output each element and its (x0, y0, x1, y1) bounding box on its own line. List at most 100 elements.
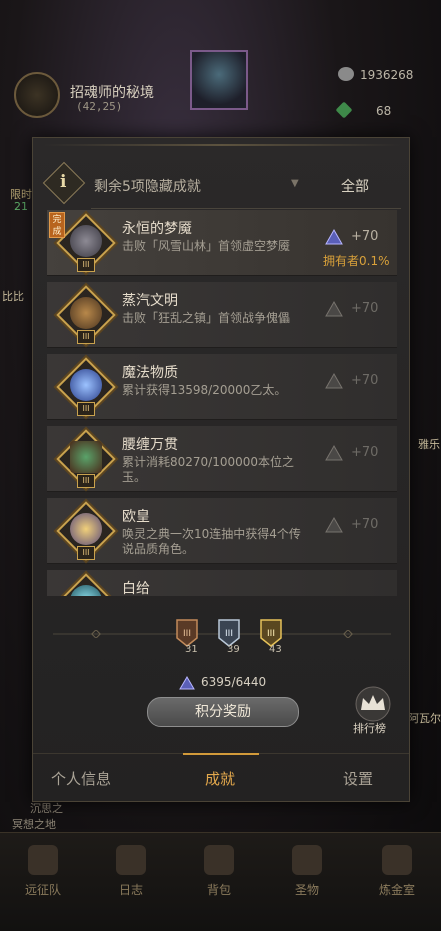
filter-all-button[interactable]: 全部 (341, 176, 369, 196)
nav-relics[interactable]: 圣物 (272, 841, 342, 901)
bottom-navigation: 远征队 日志 背包 圣物 炼金室 (0, 832, 441, 931)
achievement-title: 欧皇 (122, 509, 150, 525)
achievement-item[interactable]: III 欧皇 唤灵之典一次10连抽中获得4个传说品质角色。 +70 (47, 498, 397, 564)
reward: +70 (325, 300, 395, 320)
star-points-icon (325, 373, 343, 389)
tab-achievements[interactable]: 成就 (205, 768, 235, 789)
currency-amount: 1936268 (360, 68, 414, 82)
left-bottom-label: 沉思之 (30, 802, 63, 815)
owner-percent: 拥有者0.1% (323, 254, 390, 268)
achievement-desc: 累计消耗80270/100000本位之玉。 (122, 455, 295, 484)
tab-settings[interactable]: 设置 (343, 768, 373, 789)
alchemy-icon (382, 845, 412, 875)
backpack-icon (204, 845, 234, 875)
tier-tag: III (77, 402, 95, 416)
achievement-desc: 击败「狂乱之镇」首领战争傀儡 (122, 311, 291, 325)
nav-label: 日志 (118, 883, 143, 897)
void-nightmare-icon (70, 225, 102, 257)
reward-value: +70 (351, 373, 379, 388)
map-title: 招魂师的秘境 (70, 85, 154, 101)
filter-divider (91, 208, 401, 209)
filter-row[interactable]: i 剩余5项隐藏成就 ▼ 全部 (42, 161, 401, 209)
tier-tag: III (77, 258, 95, 272)
achievement-title: 永恒的梦魇 (122, 221, 192, 237)
nav-label: 炼金室 (378, 883, 415, 897)
star-points-icon (325, 301, 343, 317)
points-progress: 6395/6440 (201, 675, 267, 689)
achievement-item[interactable]: III 魔法物质 累计获得13598/20000乙太。 +70 (47, 354, 397, 420)
svg-text:III: III (225, 629, 233, 639)
boss-portrait[interactable] (190, 50, 248, 110)
leaderboard-label: 排行榜 (353, 722, 386, 735)
achievement-item[interactable]: III 蒸汽文明 击败「狂乱之镇」首领战争傀儡 +70 (47, 282, 397, 348)
achievement-desc: 累计获得13598/20000乙太。 (122, 383, 287, 397)
nav-alchemy[interactable]: 炼金室 (362, 841, 432, 901)
crowned-king-icon (70, 513, 102, 545)
reward: +70 (325, 228, 395, 248)
achievement-item[interactable]: III 完成 永恒的梦魇 击败「风雪山林」首领虚空梦魇 +70 拥有者0.1% (47, 210, 397, 276)
achievement-desc: 击败「风雪山林」首领虚空梦魇 (122, 239, 291, 253)
map-emblem-icon[interactable] (14, 72, 60, 118)
achievement-list[interactable]: III 完成 永恒的梦魇 击败「风雪山林」首领虚空梦魇 +70 拥有者0.1% … (47, 210, 397, 596)
treasure-chest-icon (70, 441, 102, 473)
reward: +70 (325, 444, 395, 464)
left-tag: 比比 (2, 290, 24, 303)
info-glyph: i (60, 172, 67, 192)
reward-value: +70 (351, 229, 379, 244)
tab-personal-info[interactable]: 个人信息 (51, 768, 111, 789)
right-label-2: 阿瓦尔 (408, 712, 441, 725)
achievement-badge: III (56, 501, 116, 561)
nav-label: 远征队 (24, 883, 61, 897)
nav-expedition[interactable]: 远征队 (8, 841, 78, 901)
currency-icon (338, 67, 354, 81)
reward-value: +70 (351, 517, 379, 532)
achievement-desc: 唤灵之典一次10连抽中获得4个传说品质角色。 (122, 527, 301, 556)
crown-icon (355, 686, 391, 722)
achievement-title: 白给 (122, 581, 150, 596)
points-reward-button[interactable]: 积分奖励 (147, 697, 299, 727)
reward-value: +70 (351, 301, 379, 316)
points-star-icon (179, 676, 195, 690)
rank-badges: III 31 III 39 III 43 (163, 618, 293, 660)
active-tab-indicator (183, 753, 259, 755)
star-points-icon (325, 517, 343, 533)
gold-count: 43 (269, 644, 282, 655)
star-points-icon (325, 229, 343, 245)
achievement-title: 魔法物质 (122, 365, 178, 381)
gold-rank: III 43 (257, 618, 285, 655)
reward: +70 (325, 516, 395, 536)
tier-tag: III (77, 546, 95, 560)
svg-text:III: III (183, 629, 191, 639)
torch-icon (292, 845, 322, 875)
helmet-icon (28, 845, 58, 875)
silver-count: 39 (227, 644, 240, 655)
panel-top-ornament (43, 144, 401, 146)
nav-journal[interactable]: 日志 (96, 841, 166, 901)
hidden-achievements-text: 剩余5项隐藏成就 (94, 179, 201, 195)
achievement-badge: III (56, 213, 116, 273)
tier-tag: III (77, 330, 95, 344)
bronze-rank: III 31 (173, 618, 201, 655)
achievement-item[interactable]: III 腰缠万贯 累计消耗80270/100000本位之玉。 +70 (47, 426, 397, 492)
achievement-title: 腰缠万贯 (122, 437, 178, 453)
nav-label: 背包 (206, 883, 231, 897)
nav-backpack[interactable]: 背包 (184, 841, 254, 901)
achievement-badge: III (56, 429, 116, 489)
reward-value: +70 (351, 445, 379, 460)
silver-rank: III 39 (215, 618, 243, 655)
achievement-badge: III (56, 357, 116, 417)
tier-tag: III (77, 474, 95, 488)
scroll-icon (116, 845, 146, 875)
left-timer-value: 21 (14, 200, 28, 213)
achievement-title: 蒸汽文明 (122, 293, 178, 309)
right-label-1: 雅乐 (418, 438, 440, 451)
achievement-item[interactable]: 白给 (47, 570, 397, 596)
gem-amount: 68 (376, 104, 392, 118)
achievement-panel: i 剩余5项隐藏成就 ▼ 全部 III 完成 永恒的梦魇 击败「风雪山林」首领虚… (32, 137, 410, 802)
dropdown-arrow-icon[interactable]: ▼ (291, 178, 299, 189)
panel-tabs: 个人信息 成就 设置 (33, 753, 409, 801)
reward: +70 (325, 372, 395, 392)
bronze-count: 31 (185, 644, 198, 655)
map-coordinates: (42,25) (76, 100, 123, 113)
nav-label: 圣物 (294, 883, 319, 897)
